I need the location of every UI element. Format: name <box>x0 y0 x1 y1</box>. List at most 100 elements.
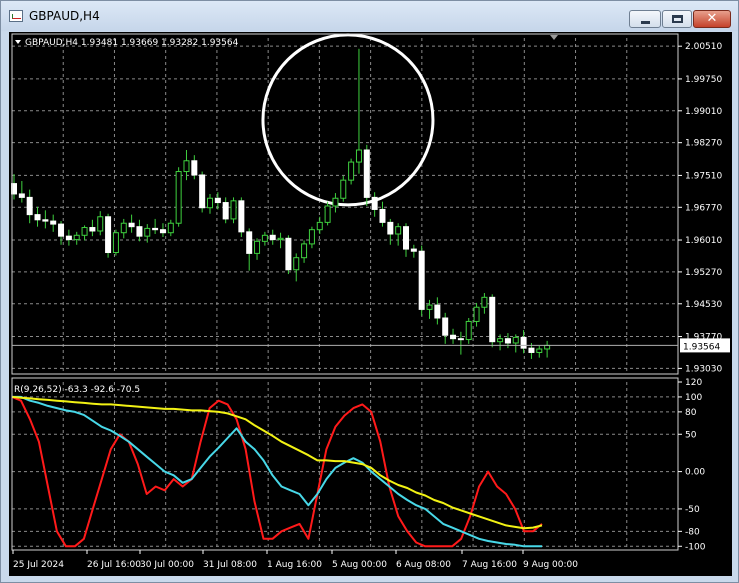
price-axis-label: 1.93030 <box>685 364 722 374</box>
candle-body <box>348 161 355 181</box>
minimize-button[interactable] <box>629 10 661 28</box>
indicator-axis-label: 80 <box>685 408 697 418</box>
indicator-axis-label: 120 <box>685 378 702 388</box>
candle-body <box>363 149 370 198</box>
minimize-icon <box>641 21 650 24</box>
time-axis-label: 25 Jul 2024 <box>13 560 64 570</box>
candle-body <box>254 240 261 254</box>
close-button[interactable]: ✕ <box>693 10 731 28</box>
candle-body <box>340 179 347 199</box>
candle-body <box>159 229 166 234</box>
candle-body <box>379 208 386 223</box>
candle-body <box>34 214 41 221</box>
candle-body <box>293 257 300 271</box>
candle-body <box>144 227 151 237</box>
main-chart-header: GBPAUD,H4 1.93481 1.93669 1.93282 1.9356… <box>25 38 239 48</box>
candle-body <box>520 336 527 349</box>
price-axis-label: 1.96010 <box>685 236 722 246</box>
price-axis-label: 2.00510 <box>685 42 722 52</box>
candle-body <box>261 234 268 242</box>
current-price-label: 1.93564 <box>683 342 720 352</box>
time-axis-label: 30 Jul 00:00 <box>140 560 194 570</box>
candle-body <box>207 197 213 209</box>
price-axis-label: 1.95270 <box>685 268 722 278</box>
time-axis-label: 6 Aug 08:00 <box>396 560 451 570</box>
candle-body <box>387 221 394 235</box>
price-axis-label: 1.96770 <box>685 203 722 213</box>
candle-body <box>230 200 237 220</box>
candle-body <box>246 231 253 254</box>
candle-body <box>18 193 25 198</box>
candle-body <box>536 348 543 353</box>
candle-body <box>65 235 72 241</box>
time-axis-label: 26 Jul 16:00 <box>87 560 141 570</box>
close-icon: ✕ <box>706 11 718 26</box>
candle-body <box>128 222 135 228</box>
time-axis-label: 9 Aug 00:00 <box>523 560 578 570</box>
time-axis-label: 1 Aug 16:00 <box>267 560 322 570</box>
candle-body <box>120 222 127 234</box>
candle-body <box>512 336 519 344</box>
candle-body <box>489 296 496 343</box>
candle-body <box>222 202 229 220</box>
candle-body <box>450 334 457 340</box>
candle-body <box>426 304 433 310</box>
candle-body <box>105 216 112 254</box>
candle-body <box>324 205 331 223</box>
candle-body <box>73 234 80 241</box>
chart-area[interactable]: 2.00510 1.99750 1.99010 1.98270 1.97510 1.967… <box>9 32 732 576</box>
chart-window-icon <box>9 10 23 22</box>
candle-body <box>26 196 33 216</box>
indicator-axis-label: -80 <box>685 527 700 537</box>
candle-body <box>371 196 378 210</box>
candle-body <box>152 227 159 231</box>
candle-body <box>465 320 472 341</box>
candle-body <box>136 226 143 237</box>
collapse-triangle-icon[interactable] <box>15 40 21 44</box>
candle-body <box>89 227 96 232</box>
annotation-circle <box>261 33 435 207</box>
candle-body <box>183 160 190 173</box>
candle-body <box>410 248 417 252</box>
grid-lines <box>12 38 678 550</box>
indicator-axis-label: 50 <box>685 430 697 440</box>
candle-body <box>81 227 88 236</box>
chart-shift-marker-icon[interactable] <box>550 35 558 40</box>
maximize-icon <box>672 15 683 23</box>
candle-body <box>473 306 480 322</box>
candle-body <box>175 171 182 224</box>
price-axis-label: 1.98270 <box>685 139 722 149</box>
indicator-header: R(9,26,52) -63.3 -92.6 -70.5 <box>14 385 140 395</box>
candle-body <box>50 220 57 225</box>
candle-body <box>112 232 119 254</box>
candle-body <box>504 338 511 344</box>
candles <box>11 48 551 359</box>
candle-body <box>97 216 104 232</box>
candle-body <box>528 347 535 353</box>
candle-body <box>199 174 206 209</box>
candle-body <box>269 234 276 241</box>
time-axis-label: 5 Aug 00:00 <box>332 560 387 570</box>
indicator-axis-label: -100 <box>685 542 706 552</box>
candle-body <box>332 197 339 207</box>
chart-canvas[interactable]: 2.00510 1.99750 1.99010 1.98270 1.97510 1.967… <box>9 32 732 576</box>
panel-headers: GBPAUD,H4 1.93481 1.93669 1.93282 1.9356… <box>14 38 239 395</box>
window-title: GBPAUD,H4 <box>29 9 100 23</box>
candle-body <box>316 221 323 231</box>
candle-body <box>403 226 409 250</box>
candle-body <box>285 237 292 271</box>
candle-body <box>434 304 441 319</box>
maximize-button[interactable] <box>662 10 692 28</box>
candle-body <box>167 222 174 234</box>
candle-body <box>418 250 425 310</box>
panel-frames <box>11 33 679 551</box>
candle-body <box>42 219 49 222</box>
candle-body <box>58 223 65 237</box>
candle-body <box>355 149 362 163</box>
candle-body <box>497 338 504 343</box>
price-axis-label: 1.99750 <box>685 75 722 85</box>
title-bar[interactable]: GBPAUD,H4 ✕ <box>1 1 738 31</box>
candle-body <box>238 200 245 233</box>
candle-body <box>191 160 198 176</box>
price-axis-label: 1.94530 <box>685 300 722 310</box>
